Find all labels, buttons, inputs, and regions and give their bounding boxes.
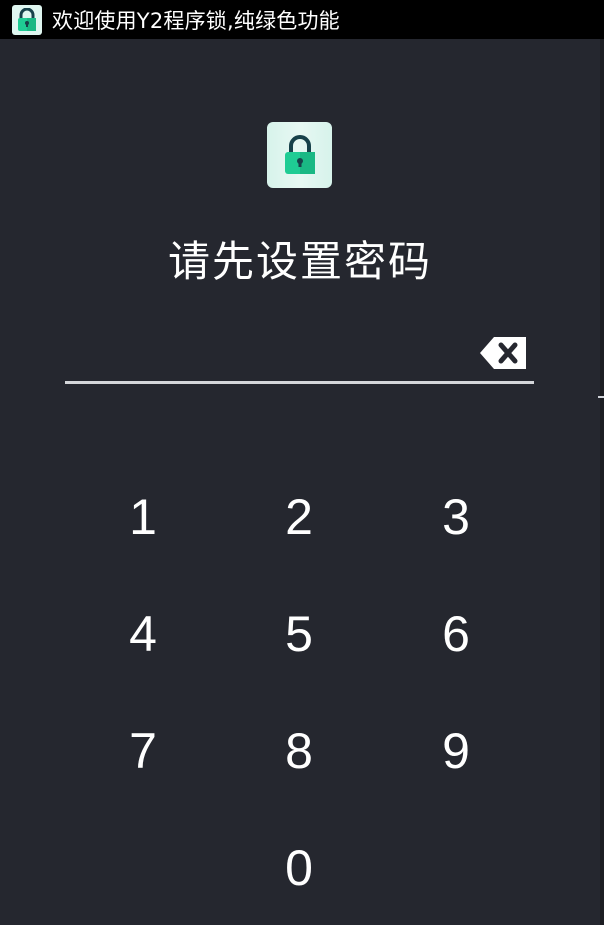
backspace-icon — [480, 337, 526, 369]
keypad-key-9[interactable]: 9 — [396, 706, 516, 796]
keypad-key-8[interactable]: 8 — [239, 706, 359, 796]
keypad-key-6[interactable]: 6 — [396, 589, 516, 679]
keypad-key-4[interactable]: 4 — [83, 589, 203, 679]
keypad-key-0[interactable]: 0 — [239, 823, 359, 913]
keypad-key-5[interactable]: 5 — [239, 589, 359, 679]
lock-app-icon — [12, 4, 42, 35]
backspace-button[interactable] — [478, 336, 528, 370]
status-bar: 欢迎使用Y2程序锁,纯绿色功能 — [0, 0, 604, 39]
page-title: 请先设置密码 — [167, 237, 432, 286]
status-bar-title: 欢迎使用Y2程序锁,纯绿色功能 — [52, 8, 340, 33]
password-input[interactable] — [65, 330, 470, 380]
lock-icon — [267, 122, 332, 188]
keypad-key-2[interactable]: 2 — [239, 472, 359, 562]
keypad-key-3[interactable]: 3 — [396, 472, 516, 562]
keypad-key-1[interactable]: 1 — [83, 472, 203, 562]
scroll-indicator — [598, 396, 604, 398]
password-underline — [65, 381, 534, 384]
right-edge-divider — [600, 39, 604, 925]
keypad-key-7[interactable]: 7 — [83, 706, 203, 796]
